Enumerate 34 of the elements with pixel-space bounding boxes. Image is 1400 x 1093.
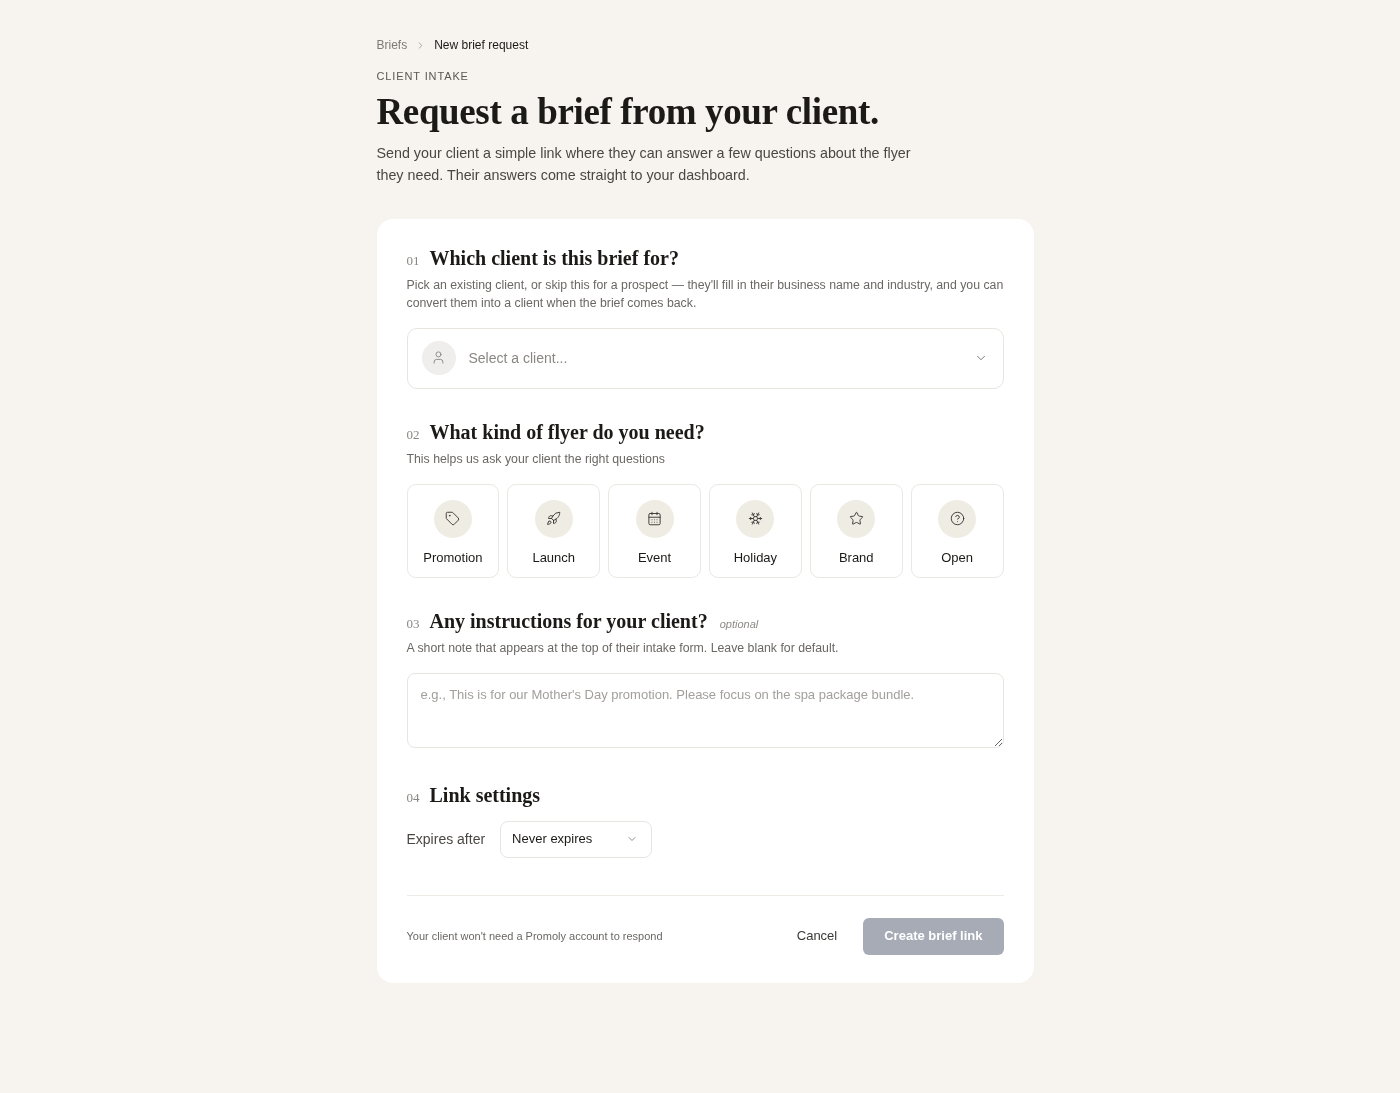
section-title: Any instructions for your client?	[429, 608, 708, 634]
section-number: 03	[406, 614, 420, 633]
expiry-select[interactable]: Never expires	[500, 820, 653, 858]
client-select[interactable]: Select a client...	[406, 327, 1004, 389]
section-number: 04	[406, 788, 420, 807]
flyer-type-option[interactable]: Open	[910, 483, 1004, 578]
section-title: Which client is this brief for?	[429, 245, 679, 271]
section-description: Pick an existing client, or skip this for a prospect — they'll fill in their business name and industry, and you can convert them into a client when the brief comes back.	[406, 276, 1004, 312]
eyebrow-label: CLIENT INTAKE	[376, 69, 470, 84]
breadcrumb-link[interactable]: Briefs	[376, 36, 408, 54]
optional-hint: optional	[719, 616, 759, 632]
section-description: A short note that appears at the top of their intake form. Leave blank for default.	[406, 639, 840, 657]
section-title: Link settings	[429, 782, 541, 808]
section-title: What kind of flyer do you need?	[429, 419, 705, 445]
flyer-type-option[interactable]: Brand	[809, 483, 903, 578]
footer-note: Your client won't need a Promoly account to respond	[406, 928, 664, 944]
calendar-icon	[635, 499, 674, 538]
field-label: Expires after	[406, 829, 486, 849]
section-number: 01	[406, 251, 420, 270]
flyer-type-option[interactable]: Promotion	[406, 483, 500, 578]
page-title: Request a brief from your client.	[376, 89, 880, 134]
instructions-field[interactable]: e.g., This is for our Mother's Day promotion. Please focus on the spa package bundle.	[406, 672, 1004, 748]
flyer-type-option[interactable]: Event	[608, 483, 701, 578]
intro-text: Send your client a simple link where they can answer a few questions about the flyer they need. Their answers come straight to your dashboard.	[376, 143, 912, 185]
cancel-button[interactable]: Cancel	[783, 918, 851, 954]
section-number: 02	[406, 425, 420, 444]
tag-icon	[433, 499, 472, 538]
breadcrumb-current: New brief request	[434, 37, 529, 54]
flyer-type-option[interactable]: Holiday	[709, 483, 802, 578]
section-description: This helps us ask your client the right questions	[406, 450, 666, 468]
help-icon	[938, 499, 977, 538]
snowflake-icon	[736, 499, 775, 538]
flyer-type-option[interactable]: Launch	[507, 483, 601, 578]
rocket-icon	[534, 499, 573, 538]
